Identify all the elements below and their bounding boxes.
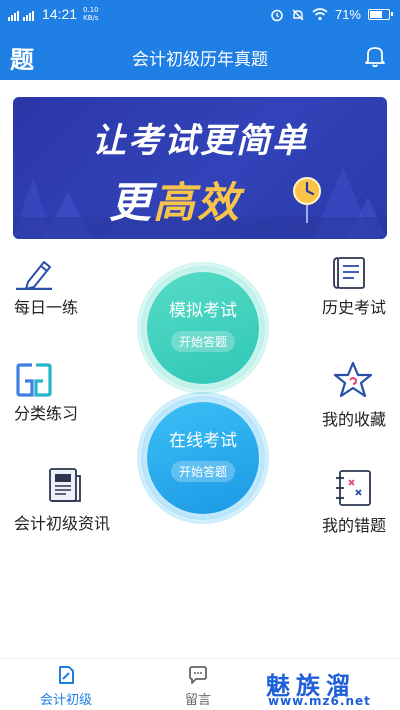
battery-icon bbox=[368, 9, 393, 20]
scroll-icon bbox=[333, 257, 365, 289]
favorites-tile[interactable]: 我的收藏 bbox=[320, 360, 386, 430]
banner-headline: 让考试更简单 bbox=[92, 121, 308, 161]
wifi-icon bbox=[312, 8, 328, 21]
status-left: 14:21 0.10 KB/s bbox=[8, 6, 99, 22]
tab-accounting[interactable]: 会计初级 bbox=[40, 665, 92, 708]
mistakes-tile[interactable]: 我的错题 bbox=[316, 468, 386, 536]
news-tile[interactable]: 会计初级资讯 bbox=[14, 466, 110, 534]
signal-icon bbox=[23, 7, 34, 21]
online-exam-start[interactable]: 开始答题 bbox=[170, 461, 235, 482]
chat-icon bbox=[189, 666, 207, 684]
favorites-label: 我的收藏 bbox=[321, 410, 386, 429]
document-icon bbox=[49, 468, 81, 502]
page-title: 会计初级历年真题 bbox=[132, 50, 268, 70]
alarm-icon bbox=[271, 9, 283, 21]
bell-icon[interactable] bbox=[364, 44, 386, 68]
online-exam-title: 在线考试 bbox=[169, 431, 237, 451]
mock-exam-button[interactable]: 模拟考试 开始答题 bbox=[147, 272, 259, 384]
tab-messages-label: 留言 bbox=[185, 693, 212, 708]
online-exam-halo: 在线考试 开始答题 bbox=[137, 392, 269, 524]
status-bar: 14:21 0.10 KB/s 71% bbox=[0, 0, 400, 32]
network-speed: 0.10 KB/s bbox=[83, 6, 99, 22]
tab-accounting-label: 会计初级 bbox=[40, 693, 93, 708]
notebook-icon bbox=[336, 470, 371, 506]
tab-messages[interactable]: 留言 bbox=[185, 665, 211, 708]
daily-practice-tile[interactable]: 每日一练 bbox=[14, 256, 78, 318]
mistakes-label: 我的错题 bbox=[321, 516, 386, 535]
category-practice-tile[interactable]: 分类练习 bbox=[14, 362, 78, 424]
edit-doc-icon bbox=[59, 666, 74, 684]
status-time: 14:21 bbox=[42, 6, 78, 22]
mute-icon bbox=[292, 9, 304, 20]
watermark-url: www.mz6.net bbox=[268, 694, 371, 708]
category-practice-label: 分类练习 bbox=[14, 404, 79, 423]
mock-exam-title: 模拟考试 bbox=[169, 301, 237, 321]
mock-exam-start[interactable]: 开始答题 bbox=[170, 331, 235, 352]
signal-icon bbox=[8, 7, 19, 21]
watermark: 魅族溜 www.mz6.net bbox=[262, 664, 400, 710]
history-exam-label: 历史考试 bbox=[321, 298, 386, 317]
clock-icon bbox=[293, 177, 321, 223]
online-exam-button[interactable]: 在线考试 开始答题 bbox=[147, 402, 259, 514]
banner-subline: 更高效 bbox=[109, 178, 242, 227]
promo-banner[interactable]: 让考试更简单 更高效 bbox=[13, 97, 387, 239]
daily-practice-label: 每日一练 bbox=[14, 298, 79, 317]
category-icon bbox=[16, 363, 52, 397]
app-header: 题 会计初级历年真题 bbox=[0, 32, 400, 80]
star-icon bbox=[333, 361, 373, 398]
pencil-icon bbox=[16, 261, 52, 290]
mock-exam-halo: 模拟考试 开始答题 bbox=[137, 262, 269, 394]
news-label: 会计初级资讯 bbox=[14, 514, 111, 533]
history-exam-tile[interactable]: 历史考试 bbox=[316, 254, 386, 318]
status-right: 71% bbox=[270, 7, 393, 22]
battery-percent: 71% bbox=[334, 7, 361, 22]
